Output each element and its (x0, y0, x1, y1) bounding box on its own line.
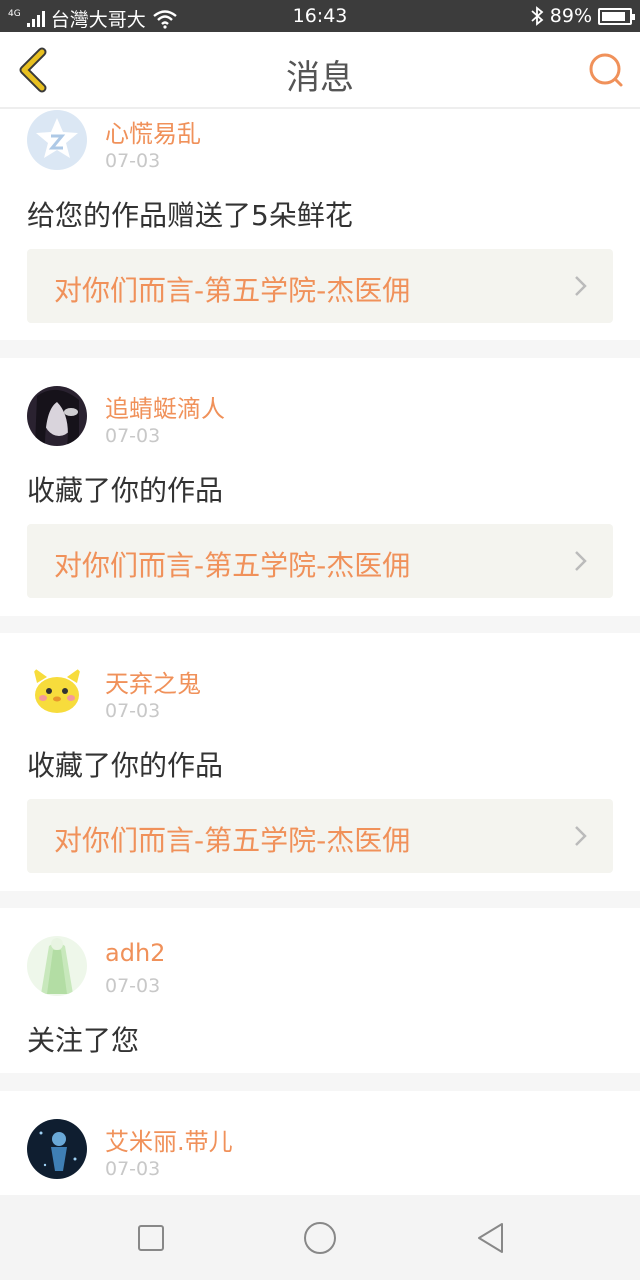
message-item: 天弃之鬼 07-03 收藏了你的作品 对你们而言-第五学院-杰医佣 (0, 633, 640, 891)
status-right: 89% (530, 5, 635, 27)
user-name[interactable]: 心慌易乱 (105, 114, 201, 149)
message-date: 07-03 (105, 1158, 161, 1180)
chevron-right-icon (575, 551, 587, 571)
message-date: 07-03 (105, 700, 161, 722)
square-icon[interactable] (128, 1215, 174, 1261)
search-button[interactable] (586, 50, 626, 90)
user-name[interactable]: adh2 (105, 939, 165, 967)
circle-icon[interactable] (297, 1215, 343, 1261)
chevron-right-icon (575, 276, 587, 296)
message-item: 艾米丽.带儿 07-03 (0, 1091, 640, 1195)
navigation-bar (0, 1195, 640, 1280)
work-link[interactable]: 对你们而言-第五学院-杰医佣 (27, 249, 613, 323)
user-name[interactable]: 艾米丽.带儿 (105, 1122, 233, 1157)
message-action: 关注了您 (27, 1024, 140, 1057)
triangle-back-icon[interactable] (467, 1215, 513, 1261)
search-icon (589, 53, 623, 87)
bluetooth-icon (531, 6, 544, 26)
yellow-chick-avatar-icon (27, 661, 87, 721)
green-dress-avatar-icon (27, 936, 87, 996)
message-item: adh2 07-03 关注了您 (0, 908, 640, 1073)
chevron-right-icon (575, 826, 587, 846)
work-link[interactable]: 对你们而言-第五学院-杰医佣 (27, 524, 613, 598)
message-date: 07-03 (105, 150, 161, 172)
work-title: 对你们而言-第五学院-杰医佣 (54, 274, 411, 307)
avatar[interactable] (27, 110, 87, 170)
work-link[interactable]: 对你们而言-第五学院-杰医佣 (27, 799, 613, 873)
avatar[interactable] (27, 1119, 87, 1179)
message-date: 07-03 (105, 425, 161, 447)
battery-icon (598, 7, 635, 25)
battery-percent: 89% (549, 5, 592, 27)
header: 消息 (0, 32, 640, 109)
status-bar: 4G 台灣大哥大 16:43 89% (0, 0, 640, 32)
avatar[interactable] (27, 386, 87, 446)
avatar[interactable] (27, 936, 87, 996)
dark-hair-girl-avatar-icon (27, 386, 87, 446)
message-action: 收藏了你的作品 (27, 749, 224, 782)
battery-fill (602, 11, 626, 21)
message-action: 收藏了你的作品 (27, 474, 224, 507)
message-list[interactable]: 心慌易乱 07-03 给您的作品赠送了5朵鲜花 对你们而言-第五学院-杰医佣 追… (0, 110, 640, 1195)
work-title: 对你们而言-第五学院-杰医佣 (54, 824, 411, 857)
message-item: 心慌易乱 07-03 给您的作品赠送了5朵鲜花 对你们而言-第五学院-杰医佣 (0, 110, 640, 340)
user-name[interactable]: 追蜻蜓滴人 (105, 389, 225, 424)
page-title: 消息 (286, 58, 354, 98)
dark-blue-figure-avatar-icon (27, 1119, 87, 1179)
work-title: 对你们而言-第五学院-杰医佣 (54, 549, 411, 582)
user-name[interactable]: 天弃之鬼 (105, 664, 201, 699)
qq-default-avatar-icon (27, 110, 87, 170)
message-date: 07-03 (105, 975, 161, 997)
message-action: 给您的作品赠送了5朵鲜花 (27, 199, 353, 232)
message-item: 追蜻蜓滴人 07-03 收藏了你的作品 对你们而言-第五学院-杰医佣 (0, 358, 640, 616)
avatar[interactable] (27, 661, 87, 721)
